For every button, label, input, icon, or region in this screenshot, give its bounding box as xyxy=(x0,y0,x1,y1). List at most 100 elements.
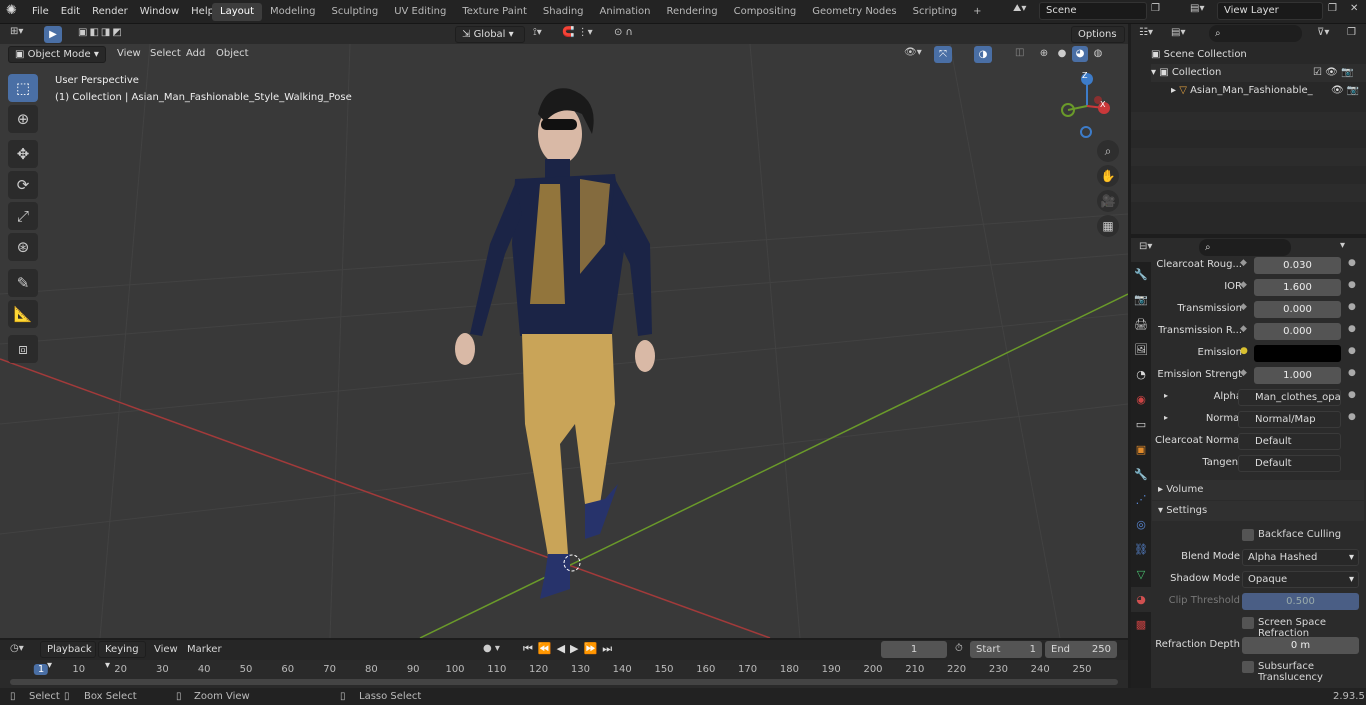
rotate-tool-icon[interactable]: ⟳ xyxy=(8,171,38,199)
link-dot-icon[interactable]: ● xyxy=(1348,368,1356,378)
overlay-toggle-icon[interactable]: ◑ xyxy=(974,46,992,63)
shadow-mode-select[interactable]: Opaque ▾ xyxy=(1242,571,1359,588)
select-box-tool-icon[interactable]: ⬚ xyxy=(8,74,38,102)
tab-animation[interactable]: Animation xyxy=(592,3,659,21)
expand-icon[interactable]: ▸ xyxy=(1164,391,1168,400)
object-mode-dropdown[interactable]: ▣ Object Mode ▾ xyxy=(8,46,106,63)
timeline-ruler[interactable]: 1 10 20 30 40 50 60 70 80 90 100 110 120 130 140 150 160… xyxy=(0,662,1128,678)
tangent-field[interactable]: Default xyxy=(1238,455,1341,472)
tab-scripting[interactable]: Scripting xyxy=(905,3,965,21)
snap-icon[interactable]: 🧲 ⋮▾ xyxy=(562,27,593,38)
pivot-icon[interactable]: ⟟▾ xyxy=(533,27,542,38)
link-dot-icon[interactable]: ● xyxy=(1348,324,1356,334)
selection-mode-icons[interactable]: ▣◧◨◩ xyxy=(78,27,124,38)
rendered-shading-icon[interactable]: ◍ xyxy=(1090,46,1106,62)
record-icon[interactable]: ● ▾ xyxy=(483,643,500,654)
keying-menu[interactable]: Keying ▾ xyxy=(98,641,146,671)
view-layer-icon[interactable]: ▤▾ xyxy=(1190,3,1204,14)
visibility-icon[interactable]: 👁▾ xyxy=(904,47,922,58)
timeline-scrollbar[interactable] xyxy=(10,679,1118,685)
add-menu[interactable]: Add xyxy=(186,48,205,59)
add-workspace-icon[interactable]: + xyxy=(965,3,989,21)
outliner-collection[interactable]: ▾ ▣ Collection ☑ 👁 📷 xyxy=(1151,64,1366,82)
prop-value-field[interactable]: 0.000 xyxy=(1254,301,1341,318)
prop-value-field[interactable]: 0.030 xyxy=(1254,257,1341,274)
scene-selector[interactable]: Scene xyxy=(1039,2,1147,20)
display-mode-icon[interactable]: ▤▾ xyxy=(1171,27,1185,38)
sss-checkbox[interactable] xyxy=(1242,661,1254,673)
properties-options-icon[interactable]: ▾ xyxy=(1340,240,1345,251)
expand-icon[interactable]: ▸ xyxy=(1164,413,1168,422)
timer-icon[interactable]: ⏱ xyxy=(955,643,963,654)
keyframe-dot-icon[interactable]: ◆ xyxy=(1240,258,1247,268)
link-dot-icon[interactable]: ● xyxy=(1348,258,1356,268)
normal-link-field[interactable]: Normal/Map xyxy=(1238,411,1341,428)
link-dot-icon[interactable]: ● xyxy=(1348,280,1356,290)
link-dot-icon[interactable]: ● xyxy=(1348,346,1356,356)
menu-file[interactable]: File xyxy=(26,0,55,24)
remove-view-layer-icon[interactable]: ✕ xyxy=(1350,3,1358,14)
editor-type-icon[interactable]: ⊞▾ xyxy=(10,26,23,37)
playback-controls[interactable]: ⏮⏪◀▶⏩⏭ xyxy=(523,642,617,656)
collection-visibility-icons[interactable]: ☑ 👁 📷 xyxy=(1313,64,1353,82)
object-tab-icon[interactable]: ▣ xyxy=(1131,437,1151,462)
refraction-depth-field[interactable]: 0 m xyxy=(1242,637,1359,654)
camera-view-icon[interactable]: 🎥 xyxy=(1097,190,1119,212)
material-tab-icon[interactable]: ◕ xyxy=(1131,587,1151,612)
zoom-icon[interactable]: ⌕ xyxy=(1097,140,1119,162)
properties-search-input[interactable]: ⌕ xyxy=(1199,239,1291,256)
render-tab-icon[interactable]: 📷 xyxy=(1131,287,1151,312)
tab-shading[interactable]: Shading xyxy=(535,3,592,21)
output-tab-icon[interactable]: 🖨 xyxy=(1131,312,1151,337)
object-menu[interactable]: Object xyxy=(216,48,249,59)
blender-logo-icon[interactable]: ✺ xyxy=(6,3,22,21)
view-menu[interactable]: View xyxy=(117,48,141,59)
tab-layout[interactable]: Layout xyxy=(212,3,262,21)
scene-icon[interactable]: ⛰▾ xyxy=(1013,3,1039,21)
ortho-grid-icon[interactable]: ▦ xyxy=(1097,215,1119,237)
properties-editor-icon[interactable]: ⊟▾ xyxy=(1139,241,1152,252)
alpha-link-field[interactable]: Man_clothes_opacit... xyxy=(1238,389,1341,406)
new-view-layer-icon[interactable]: ❐ xyxy=(1328,3,1337,14)
menu-window[interactable]: Window xyxy=(134,0,185,24)
annotate-tool-icon[interactable]: ✎ xyxy=(8,269,38,297)
outliner-object-row[interactable]: ▸ ▽ Asian_Man_Fashionable_ 👁 📷 xyxy=(1171,82,1366,100)
outliner-scene-collection[interactable]: ▣ Scene Collection xyxy=(1151,46,1247,64)
backface-checkbox[interactable] xyxy=(1242,529,1254,541)
proportional-edit-icon[interactable]: ⊙ ∩ xyxy=(614,27,633,38)
emission-color-swatch[interactable] xyxy=(1254,345,1341,362)
add-cube-tool-icon[interactable]: ⧈ xyxy=(8,335,38,363)
world-tab-icon[interactable]: ◉ xyxy=(1131,387,1151,412)
ssr-checkbox[interactable] xyxy=(1242,617,1254,629)
tab-geometry-nodes[interactable]: Geometry Nodes xyxy=(804,3,904,21)
modifier-tab-icon[interactable]: 🔧 xyxy=(1131,462,1151,487)
cursor-tool-icon[interactable]: ⊕ xyxy=(8,105,38,133)
select-tool-icon[interactable]: ▶ xyxy=(44,26,62,43)
tab-rendering[interactable]: Rendering xyxy=(659,3,726,21)
prop-value-field[interactable]: 1.600 xyxy=(1254,279,1341,296)
menu-edit[interactable]: Edit xyxy=(55,0,86,24)
particles-tab-icon[interactable]: ⋰ xyxy=(1131,487,1151,512)
physics-tab-icon[interactable]: ◎ xyxy=(1131,512,1151,537)
transform-tool-icon[interactable]: ⊛ xyxy=(8,233,38,261)
options-button[interactable]: Options ▾ xyxy=(1071,26,1125,56)
outliner-search-input[interactable]: ⌕ xyxy=(1209,25,1302,42)
link-dot-icon[interactable]: ● xyxy=(1348,302,1356,312)
settings-panel-header[interactable]: ▾ Settings xyxy=(1152,501,1364,521)
timeline-editor-icon[interactable]: ◷▾ xyxy=(10,643,24,654)
playback-menu[interactable]: Playback ▾ xyxy=(40,641,96,671)
measure-tool-icon[interactable]: 📐 xyxy=(8,300,38,328)
constraints-tab-icon[interactable]: ⛓ xyxy=(1131,537,1151,562)
collection-tab-icon[interactable]: ▭ xyxy=(1131,412,1151,437)
tool-tab-icon[interactable]: 🔧 xyxy=(1131,262,1151,287)
select-menu[interactable]: Select xyxy=(150,48,181,59)
prop-value-field[interactable]: 1.000 xyxy=(1254,367,1341,384)
link-dot-icon[interactable]: ● xyxy=(1348,412,1356,422)
keyframe-dot-icon[interactable]: ◆ xyxy=(1240,302,1247,312)
tab-compositing[interactable]: Compositing xyxy=(726,3,805,21)
clearcoat-normal-field[interactable]: Default xyxy=(1238,433,1341,450)
view-layer-tab-icon[interactable]: 🖼 xyxy=(1131,337,1151,362)
marker-menu[interactable]: Marker xyxy=(187,644,222,655)
material-preview-icon[interactable]: ◕ xyxy=(1072,46,1088,62)
wireframe-shading-icon[interactable]: ⊕ xyxy=(1036,46,1052,62)
